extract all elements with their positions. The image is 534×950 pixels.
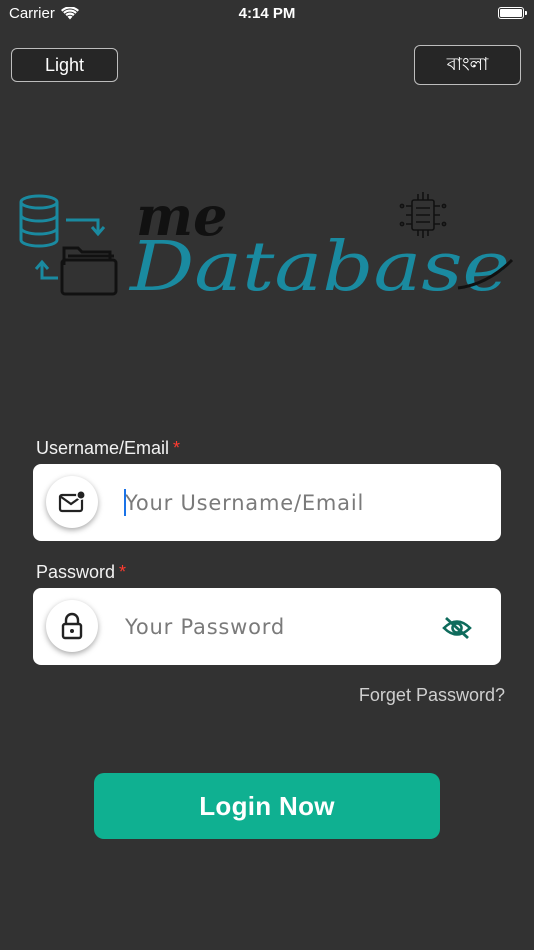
- theme-toggle-button[interactable]: Light: [11, 48, 118, 82]
- eye-off-icon: [442, 616, 472, 640]
- database-icon: [19, 194, 59, 248]
- username-icon-badge: [46, 476, 98, 528]
- login-button[interactable]: Login Now: [94, 773, 440, 839]
- username-label: Username/Email *: [36, 438, 180, 459]
- forgot-password-link[interactable]: Forget Password?: [359, 685, 505, 706]
- battery-icon: [498, 7, 527, 19]
- password-input[interactable]: [123, 608, 437, 646]
- mail-notification-icon: [58, 490, 86, 513]
- password-icon-badge: [46, 600, 98, 652]
- app-logo: me Database: [19, 184, 514, 305]
- required-mark: *: [119, 562, 127, 582]
- text-cursor: [124, 489, 126, 516]
- username-label-text: Username/Email: [36, 438, 170, 458]
- status-bar: Carrier 4:14 PM: [0, 0, 534, 28]
- logo-wordmark-database: Database: [128, 228, 510, 305]
- password-field: [33, 588, 501, 665]
- username-field: [33, 464, 501, 541]
- folder-icon: [60, 246, 118, 296]
- password-label: Password *: [36, 562, 126, 583]
- toggle-password-visibility-button[interactable]: [441, 615, 473, 641]
- required-mark: *: [173, 438, 181, 458]
- lock-icon: [61, 612, 83, 640]
- language-toggle-button[interactable]: বাংলা: [414, 45, 521, 85]
- status-time: 4:14 PM: [238, 5, 296, 22]
- username-input[interactable]: [123, 484, 437, 522]
- password-label-text: Password: [36, 562, 116, 582]
